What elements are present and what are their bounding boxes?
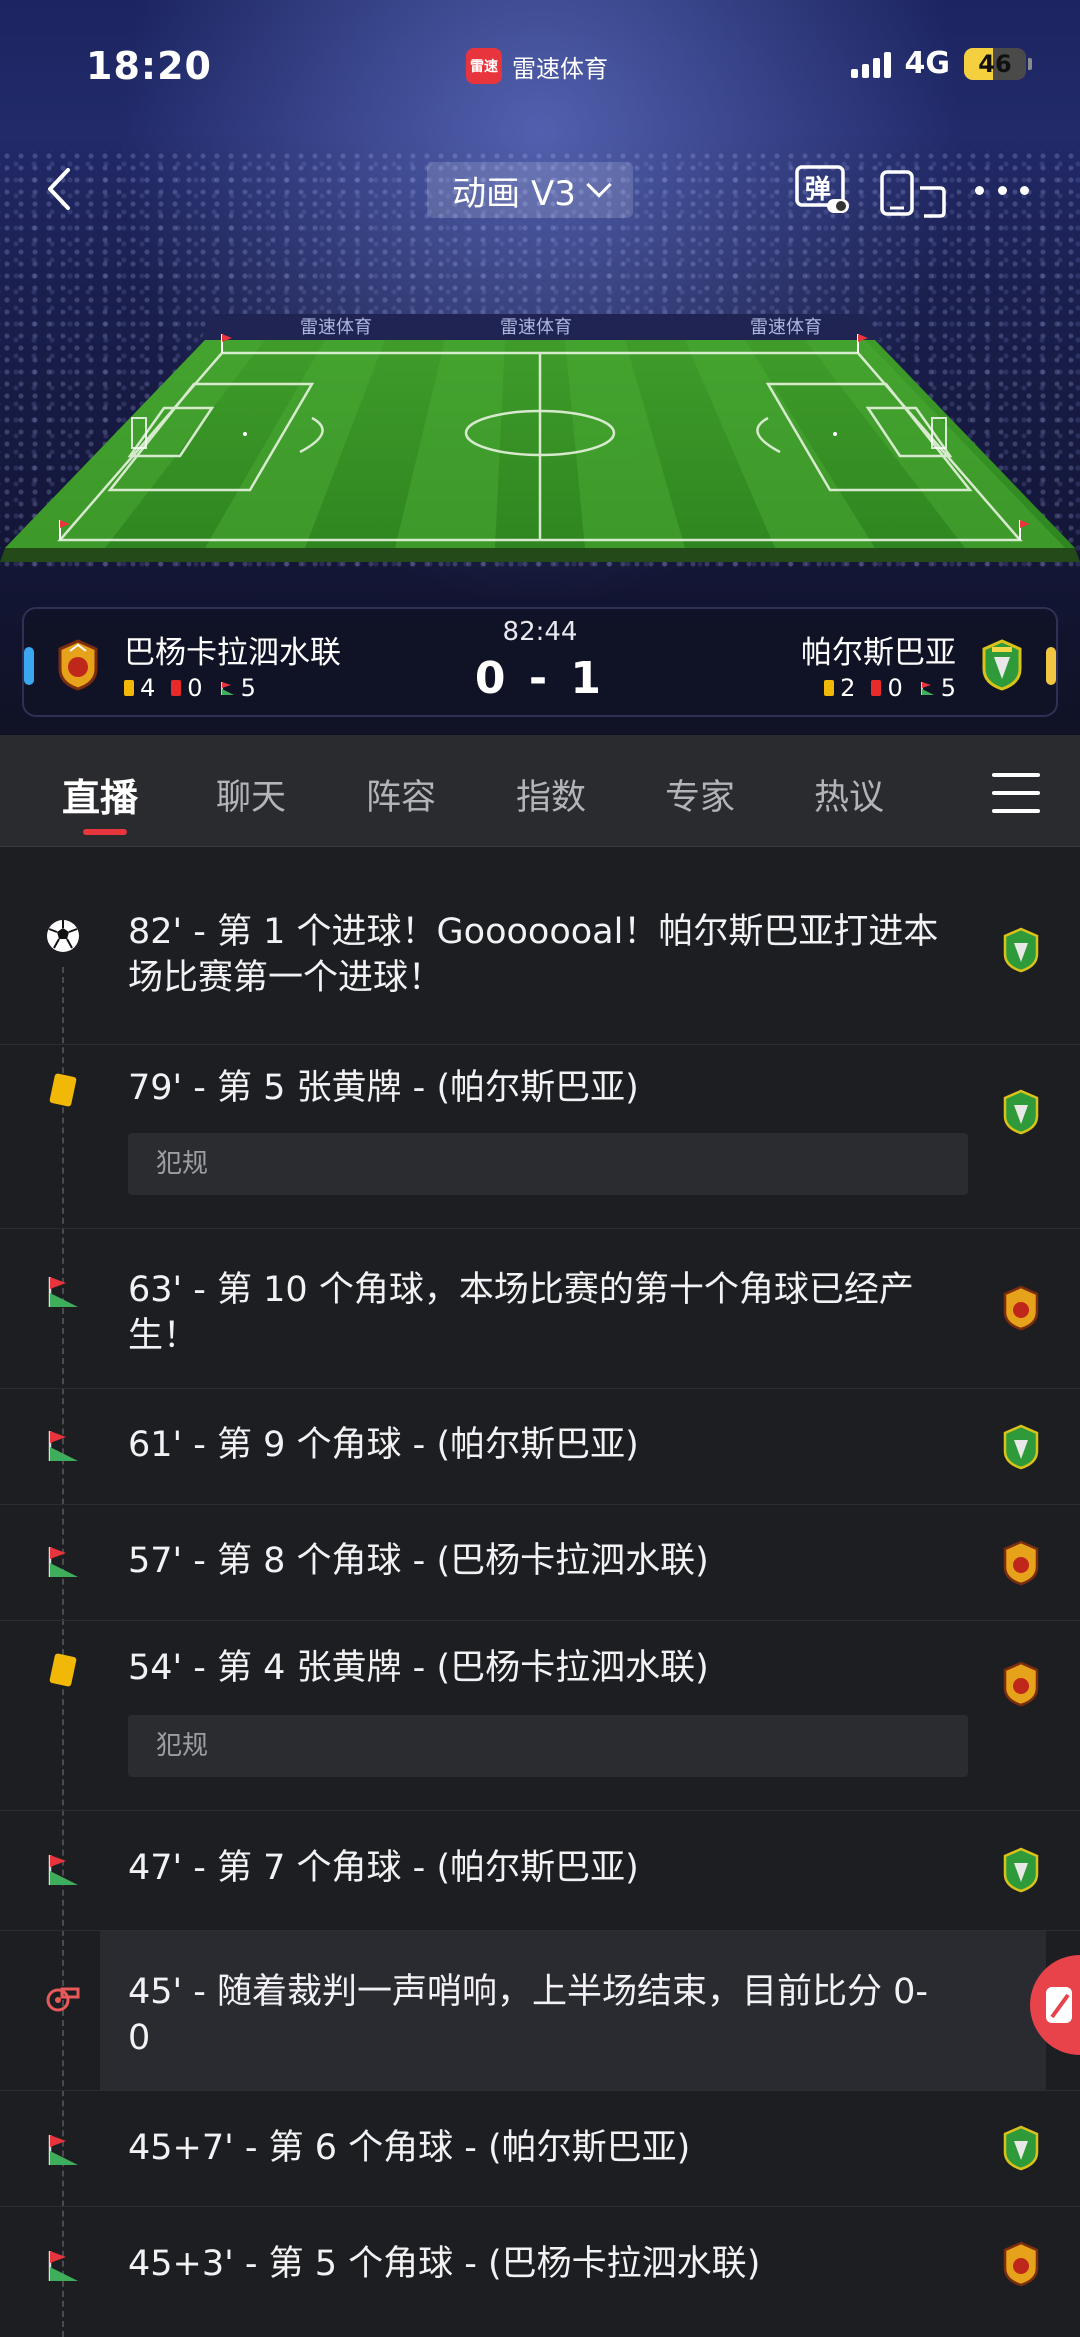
- ad-board-right: 雷速体育: [750, 317, 822, 337]
- tab-live[interactable]: 直播: [62, 767, 138, 822]
- home-team-badge-icon: [1003, 1285, 1039, 1331]
- home-team-badge-icon: [1003, 1540, 1039, 1586]
- network-type: 4G: [904, 46, 951, 81]
- tab-lineup[interactable]: 阵容: [366, 769, 436, 820]
- status-time: 18:20: [86, 44, 212, 88]
- battery-icon: 46: [964, 47, 1026, 80]
- corner-flag-icon: [48, 1277, 78, 1307]
- away-team-badge-icon: [1003, 927, 1039, 973]
- home-team-badge-icon: [1003, 1661, 1039, 1707]
- status-indicators: 4G 46: [850, 46, 1032, 81]
- event-item: 79' - 第 5 张黄牌 - (帕尔斯巴亚) 犯规: [0, 1045, 1080, 1229]
- edit-icon: [1046, 1987, 1072, 2023]
- more-icon: [975, 185, 984, 195]
- goal-ball-icon: [47, 920, 79, 952]
- back-button[interactable]: [40, 164, 80, 214]
- event-note: 犯规: [128, 1133, 968, 1195]
- more-button[interactable]: [975, 178, 1029, 202]
- away-team-badge-icon: [1003, 1089, 1039, 1135]
- away-corners: 5: [940, 674, 956, 702]
- event-item: 45+3' - 第 5 个角球 - (巴杨卡拉泗水联): [0, 2207, 1080, 2337]
- tab-bar: 直播 聊天 阵容 指数 专家 热议: [0, 735, 1080, 847]
- event-text: 47' - 第 7 个角球 - (帕尔斯巴亚): [128, 1848, 639, 1888]
- event-item: 45+7' - 第 6 个角球 - (帕尔斯巴亚): [0, 2091, 1080, 2207]
- away-team-badge-icon: [1003, 1847, 1039, 1893]
- event-item: 82' - 第 1 个进球！Gooooooal！帕尔斯巴亚打进本场比赛第一个进球…: [0, 847, 1080, 1045]
- yellow-card-icon: [49, 1653, 77, 1687]
- tab-menu-button[interactable]: [992, 773, 1040, 813]
- event-text: 82' - 第 1 个进球！Gooooooal！帕尔斯巴亚打进本场比赛第一个进球…: [128, 912, 939, 998]
- device-switch-icon: [880, 170, 946, 218]
- ad-board-left: 雷速体育: [300, 317, 372, 337]
- home-team-badge-icon: [1003, 2241, 1039, 2287]
- yellow-card-icon: [49, 1073, 77, 1107]
- chevron-down-icon: [586, 172, 612, 198]
- event-item: 61' - 第 9 个角球 - (帕尔斯巴亚): [0, 1389, 1080, 1505]
- event-text: 45+7' - 第 6 个角球 - (帕尔斯巴亚): [128, 2128, 691, 2168]
- device-switch-button[interactable]: [880, 168, 948, 218]
- app-logo-icon: 雷速: [466, 48, 502, 84]
- corner-flag-icon: [48, 1431, 78, 1461]
- corner-flag-icon: [48, 1547, 78, 1577]
- status-app-indicator: 雷速 雷速体育: [466, 48, 608, 84]
- football-pitch: 雷速体育 雷速体育 雷速体育: [0, 314, 1080, 562]
- tab-discussion[interactable]: 热议: [814, 769, 884, 820]
- corner-flag-icon: [48, 1855, 78, 1885]
- ad-board-center: 雷速体育: [500, 317, 572, 337]
- match-animation-area: 雷速体育 雷速体育 雷速体育 18:20 雷速 雷速体育 4G 46 动画 V3…: [0, 0, 1080, 735]
- tab-experts[interactable]: 专家: [665, 769, 735, 820]
- whistle-icon: [46, 1987, 80, 2012]
- event-item: 57' - 第 8 个角球 - (巴杨卡拉泗水联): [0, 1505, 1080, 1621]
- event-item: 54' - 第 4 张黄牌 - (巴杨卡拉泗水联) 犯规: [0, 1621, 1080, 1811]
- yellow-card-icon: [824, 680, 835, 696]
- event-text: 61' - 第 9 个角球 - (帕尔斯巴亚): [128, 1425, 639, 1465]
- away-team-badge-icon: [1003, 1424, 1039, 1470]
- battery-cap: [1028, 57, 1032, 70]
- tab-chat[interactable]: 聊天: [216, 769, 286, 820]
- away-team-stats: 2 0 5: [824, 674, 956, 702]
- active-tab-underline: [83, 829, 127, 835]
- event-text: 45+3' - 第 5 个角球 - (巴杨卡拉泗水联): [128, 2244, 761, 2284]
- red-card-icon: [871, 680, 882, 696]
- cellular-signal-icon: [850, 50, 891, 78]
- corner-flag-icon: [48, 2251, 78, 2281]
- event-text: 63' - 第 10 个角球，本场比赛的第十个角球已经产生！: [128, 1270, 914, 1356]
- tab-odds[interactable]: 指数: [516, 769, 586, 820]
- event-item: 47' - 第 7 个角球 - (帕尔斯巴亚): [0, 1811, 1080, 1931]
- event-item: 63' - 第 10 个角球，本场比赛的第十个角球已经产生！: [0, 1229, 1080, 1389]
- corner-flag-icon: [920, 682, 934, 695]
- danmu-toggle-button[interactable]: 弹: [795, 165, 849, 217]
- event-text: 57' - 第 8 个角球 - (巴杨卡拉泗水联): [128, 1541, 709, 1581]
- away-team-badge-icon: [1003, 2125, 1039, 2171]
- corner-flag-icon: [48, 2135, 78, 2165]
- danmu-label: 弹: [805, 175, 832, 205]
- away-team-badge-icon: [982, 639, 1022, 691]
- animation-mode-selector[interactable]: 动画 V3: [427, 162, 633, 218]
- animation-mode-label: 动画 V3: [452, 173, 576, 214]
- back-icon: [48, 168, 70, 210]
- status-app-name: 雷速体育: [512, 54, 608, 83]
- away-yellow-cards: 2: [840, 674, 856, 702]
- event-text: 54' - 第 4 张黄牌 - (巴杨卡拉泗水联): [128, 1648, 709, 1688]
- event-text: 79' - 第 5 张黄牌 - (帕尔斯巴亚): [128, 1068, 639, 1108]
- event-note: 犯规: [128, 1715, 968, 1777]
- away-red-cards: 0: [887, 674, 903, 702]
- event-item-halftime: 45' - 随着裁判一声哨响，上半场结束，目前比分 0-0: [0, 1931, 1080, 2091]
- live-event-feed[interactable]: 82' - 第 1 个进球！Gooooooal！帕尔斯巴亚打进本场比赛第一个进球…: [0, 847, 1080, 2337]
- scoreboard: 巴杨卡拉泗水联 4 0 5 82:44 0 - 1 帕尔斯巴亚 2 0 5: [22, 607, 1058, 717]
- menu-icon: [992, 773, 1040, 777]
- event-text: 45' - 随着裁判一声哨响，上半场结束，目前比分 0-0: [128, 1972, 929, 2058]
- battery-level: 46: [978, 49, 1012, 78]
- away-team-name: 帕尔斯巴亚: [801, 635, 956, 671]
